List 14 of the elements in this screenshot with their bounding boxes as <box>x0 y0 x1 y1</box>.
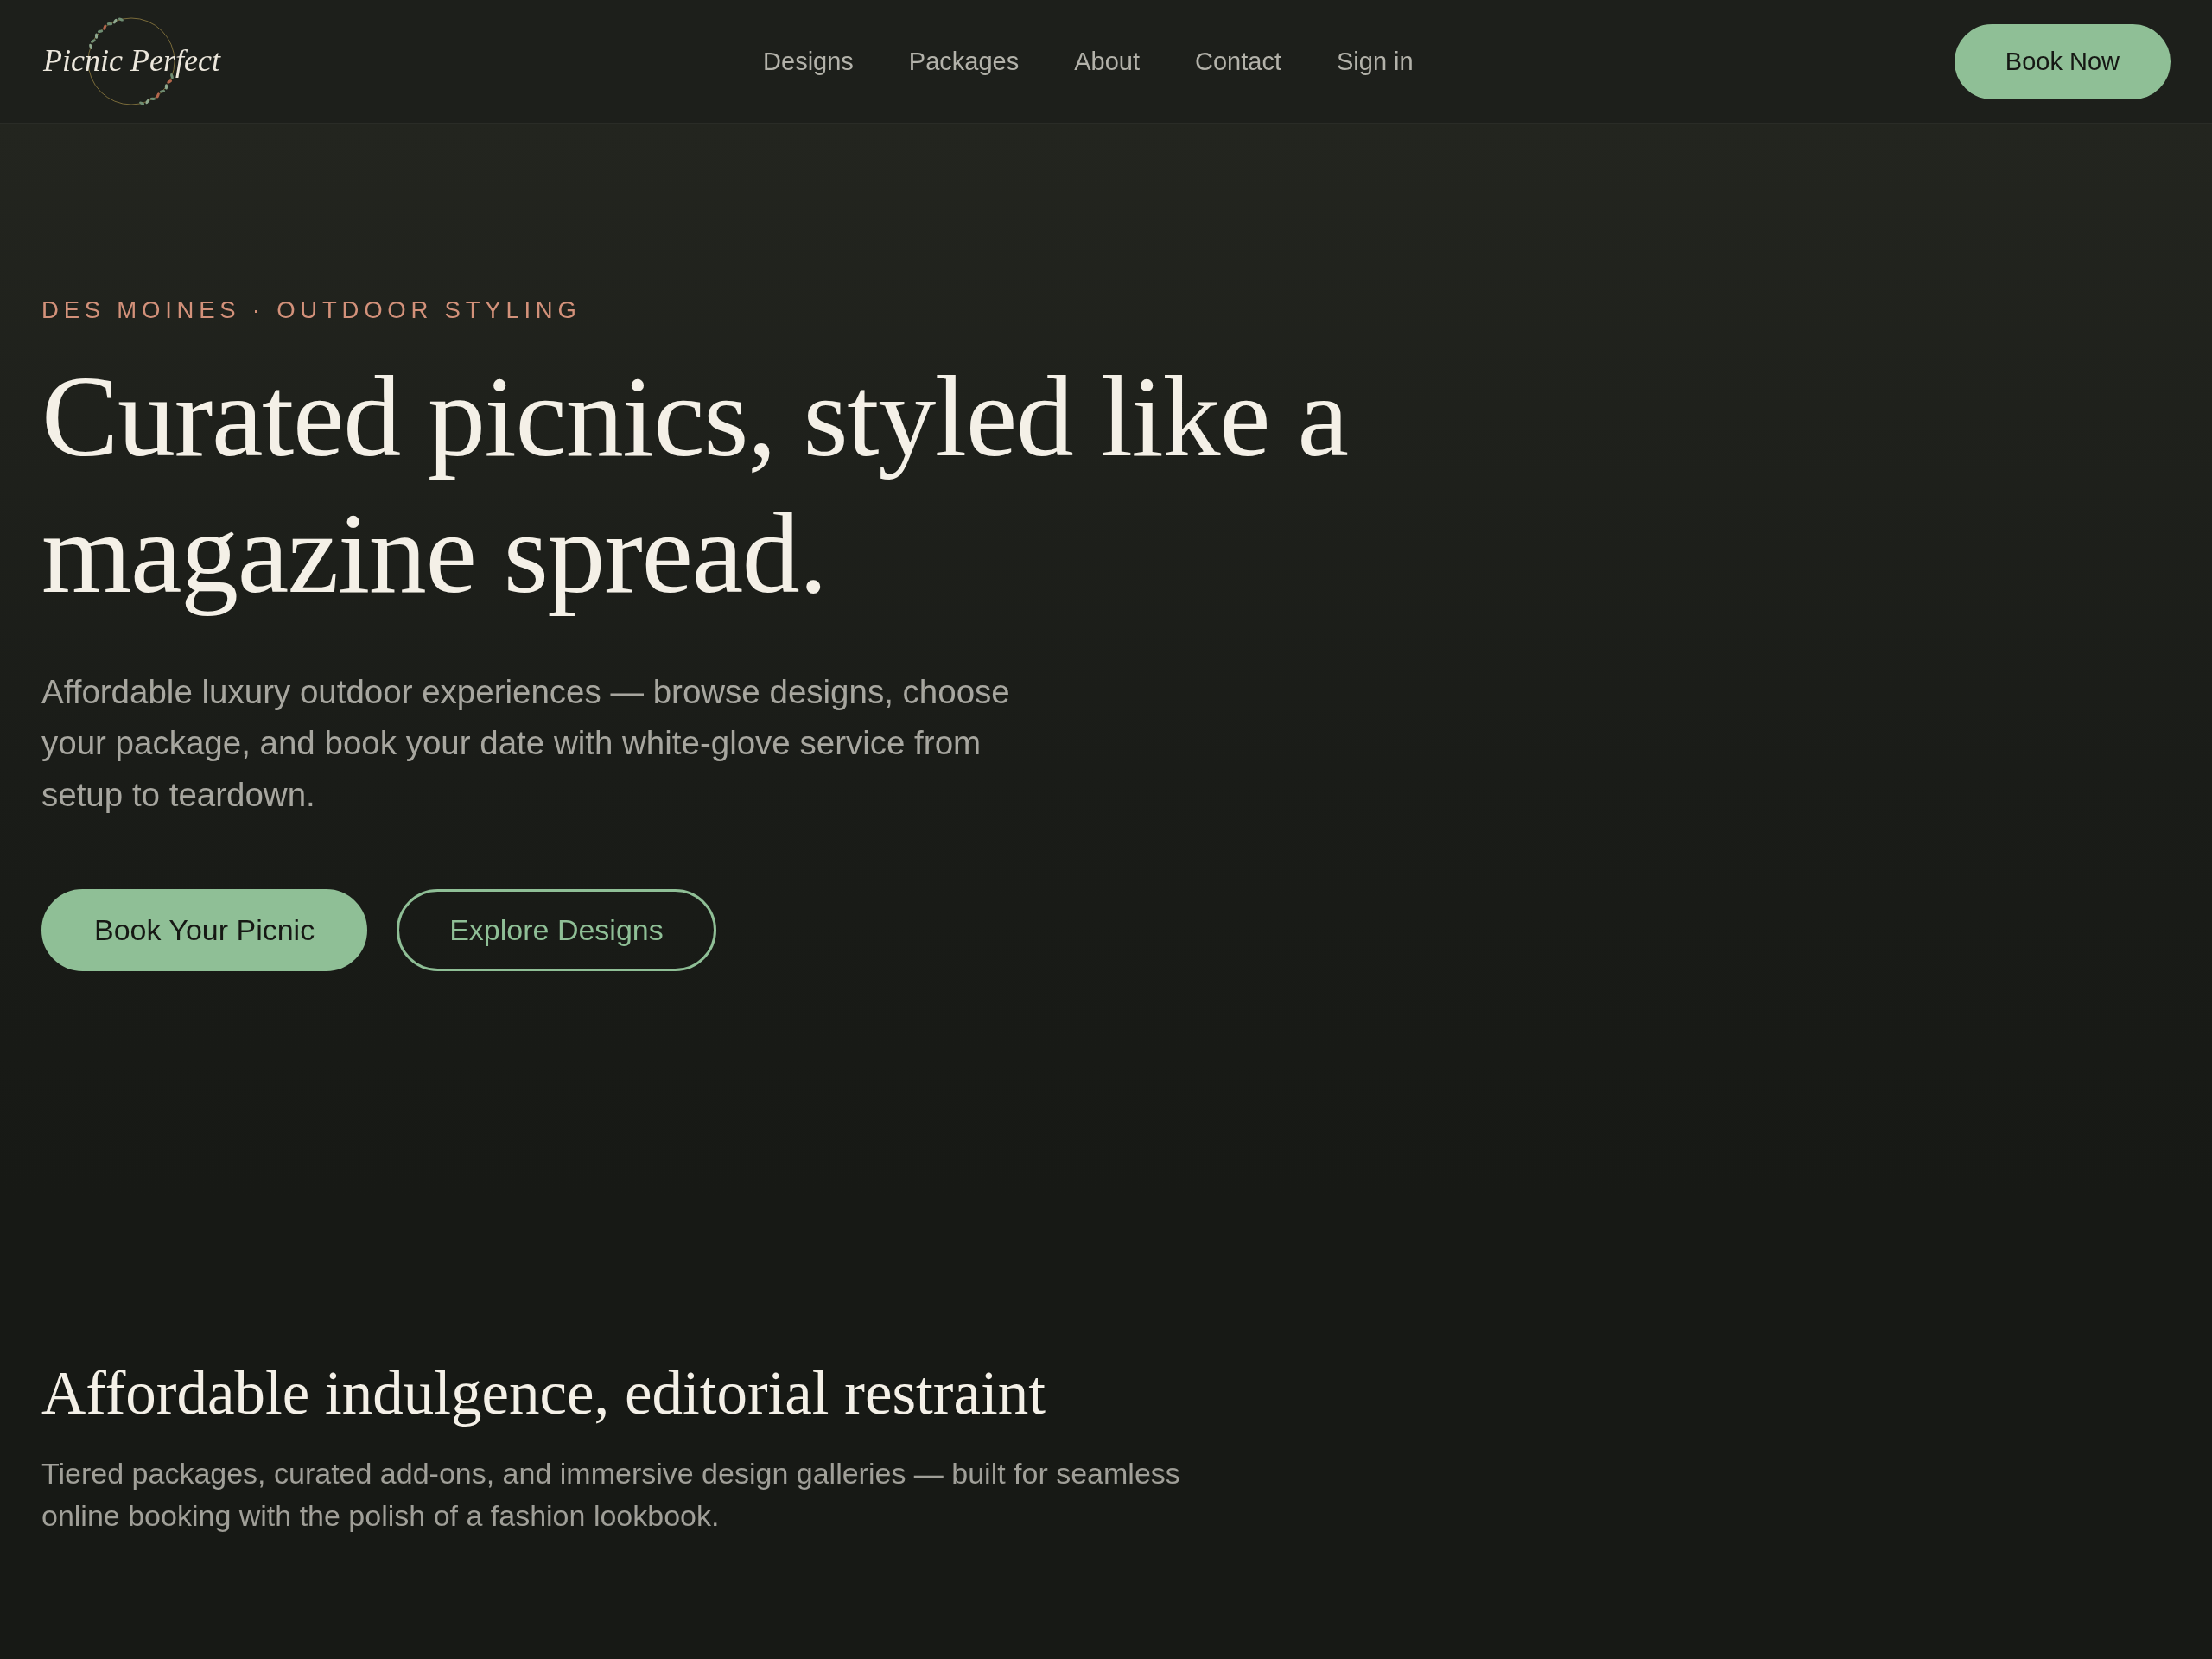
nav-link[interactable]: About <box>1074 47 1140 76</box>
nav-link[interactable]: Sign in <box>1336 47 1414 76</box>
nav-link[interactable]: Designs <box>763 47 854 76</box>
logo-link[interactable]: Picnic Perfect <box>41 13 222 110</box>
eyebrow-text: DES MOINES · OUTDOOR STYLING <box>41 298 582 322</box>
nav-link[interactable]: Packages <box>908 47 1020 76</box>
hero-description: Affordable luxury outdoor experiences — browse designs, choose your package, and book your date with white-glove service from setup to teardown. <box>41 671 1011 815</box>
section-heading: Affordable indulgence, editorial restraint <box>41 1358 1046 1428</box>
secondary-button[interactable]: Explore Designs <box>397 889 716 971</box>
section-description: Tiered packages, curated add-ons, and immersive design galleries — built for seamless online booking with the polish of a fashion lookbook. <box>41 1456 1181 1535</box>
book-now-button[interactable]: Book Now <box>1954 23 2171 99</box>
primary-button[interactable]: Book Your Picnic <box>41 889 368 971</box>
hero-headline: Curated picnics, styled like a magazine spread. <box>41 351 1348 619</box>
nav-link[interactable]: Contact <box>1195 47 1281 76</box>
